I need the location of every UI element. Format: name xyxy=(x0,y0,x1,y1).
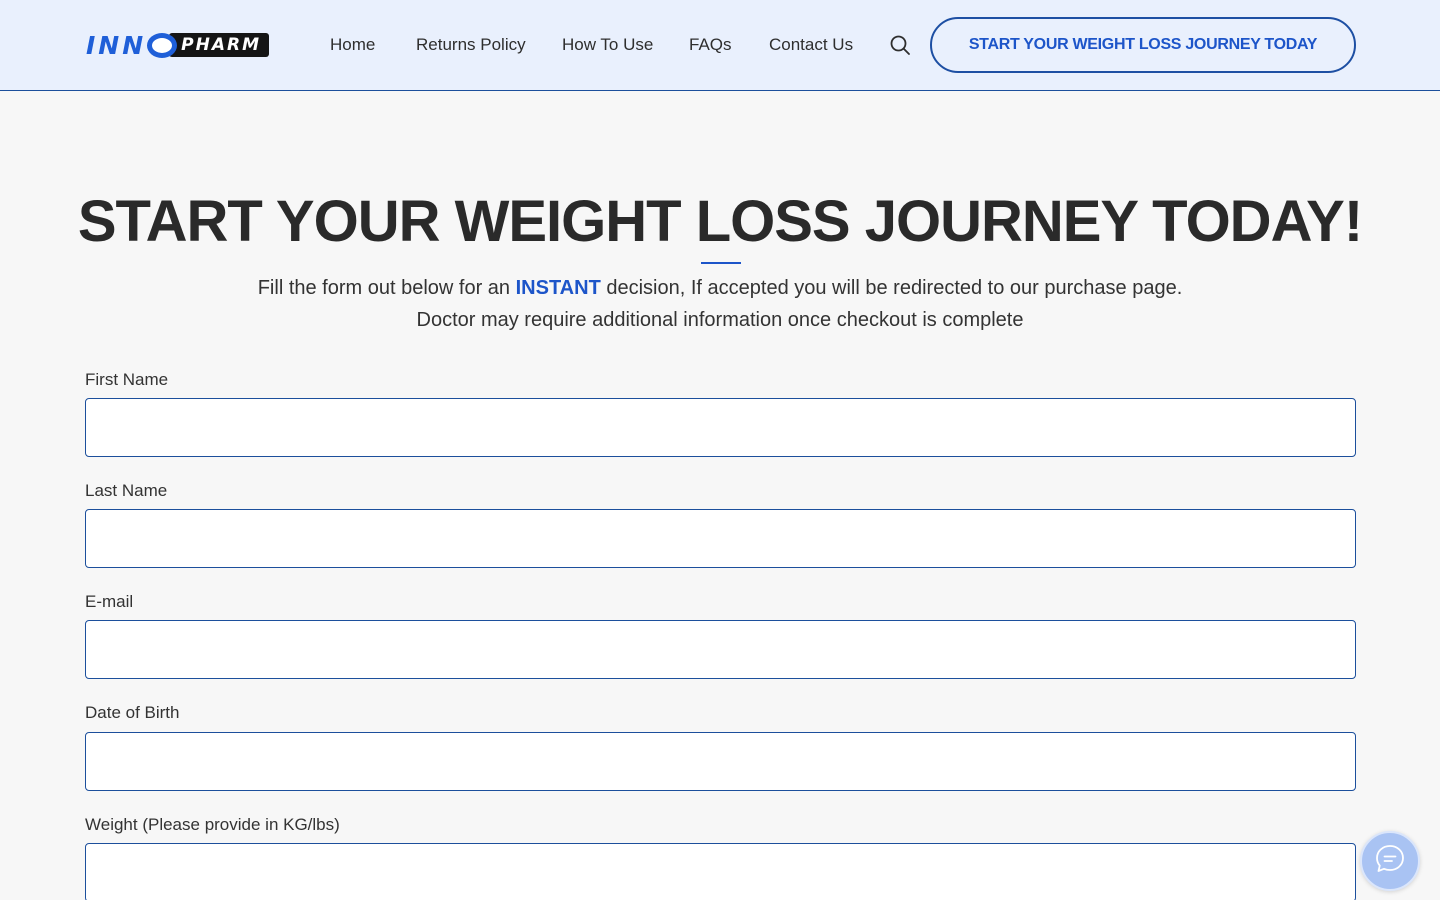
title-divider xyxy=(701,262,741,264)
nav-link-returns-policy[interactable]: Returns Policy xyxy=(416,33,526,57)
logo-wordmark-pharm: PHARM xyxy=(169,33,270,57)
page-title: START YOUR WEIGHT LOSS JOURNEY TODAY! xyxy=(77,189,1363,254)
first-name-field[interactable] xyxy=(85,398,1356,457)
first-name-label: First Name xyxy=(85,370,169,389)
search-icon[interactable] xyxy=(889,34,911,56)
chat-bubble-icon xyxy=(1373,842,1407,881)
weight-field[interactable] xyxy=(85,843,1356,900)
email-field[interactable] xyxy=(85,620,1356,679)
form-intro-line-1: Fill the form out below for an INSTANT d… xyxy=(0,273,1440,303)
date-of-birth-label: Date of Birth xyxy=(85,703,180,722)
nav-link-home[interactable]: Home xyxy=(330,33,375,57)
email-label: E-mail xyxy=(85,592,134,611)
last-name-label: Last Name xyxy=(85,481,168,500)
form-intro-line-2: Doctor may require additional informatio… xyxy=(416,309,1024,331)
nav-link-contact-us[interactable]: Contact Us xyxy=(769,33,853,57)
nav-link-faqs[interactable]: FAQs xyxy=(689,33,732,57)
innopharm-logo[interactable]: INN PHARM xyxy=(86,30,270,60)
site-header: INN PHARM Home Returns Policy How To Use… xyxy=(0,0,1440,91)
chat-widget-button[interactable] xyxy=(1360,831,1420,891)
logo-wordmark-inno: INN xyxy=(86,30,147,60)
nav-link-how-to-use[interactable]: How To Use xyxy=(562,33,653,57)
date-of-birth-field[interactable] xyxy=(85,732,1356,791)
logo-o-ring xyxy=(147,32,178,58)
intro-text-end: decision, If accepted you will be redire… xyxy=(600,277,1183,299)
last-name-field[interactable] xyxy=(85,509,1356,568)
weight-label: Weight (Please provide in KG/lbs) xyxy=(85,815,340,834)
instant-highlight: INSTANT xyxy=(515,277,601,299)
start-journey-button[interactable]: START YOUR WEIGHT LOSS JOURNEY TODAY xyxy=(930,17,1356,73)
intro-text-start: Fill the form out below for an xyxy=(257,277,516,299)
